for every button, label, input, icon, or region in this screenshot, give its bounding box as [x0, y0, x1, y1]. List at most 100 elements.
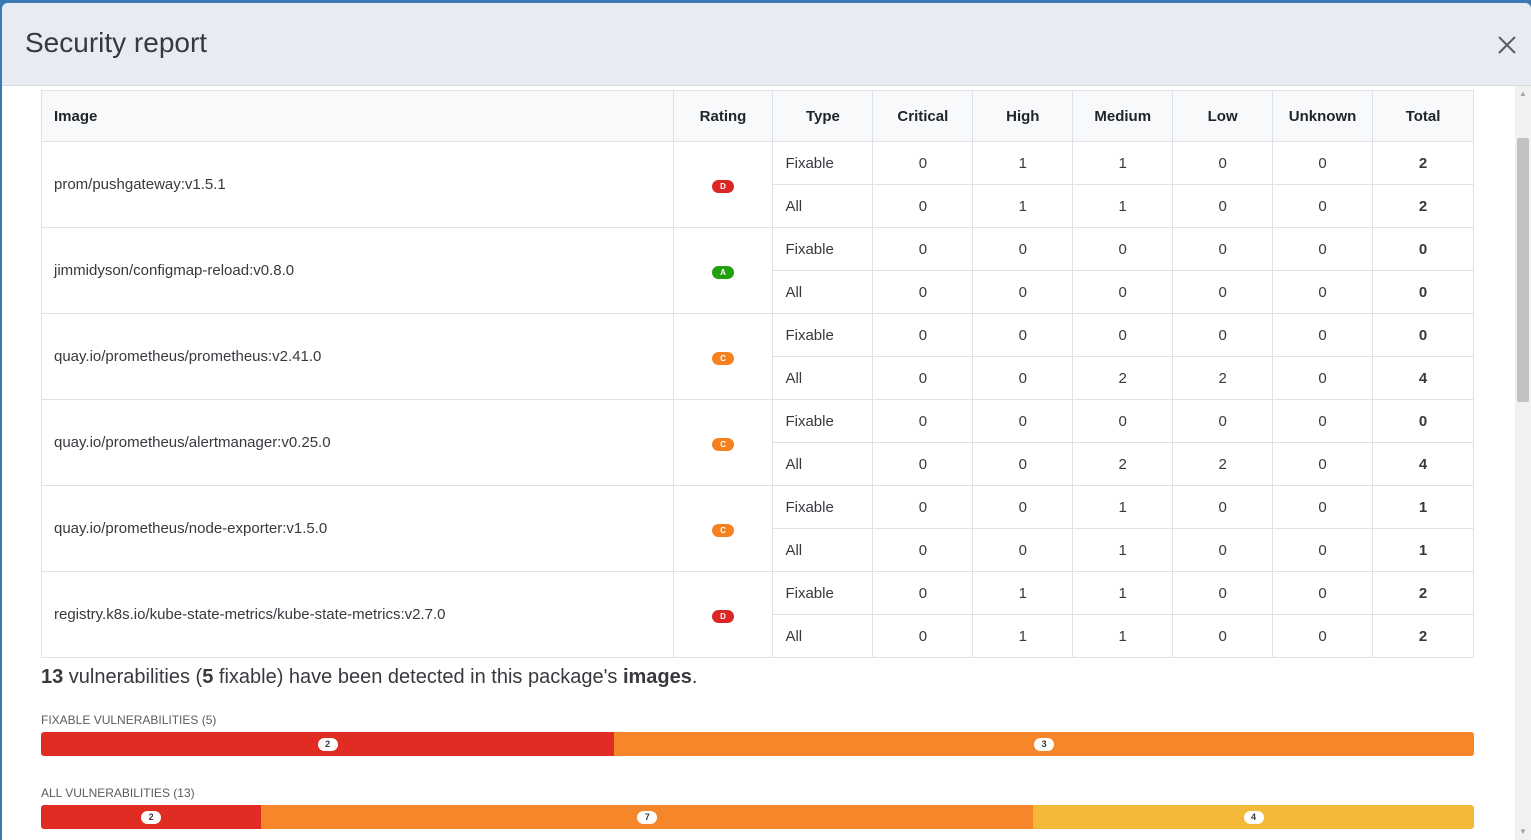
summary-images: images: [622, 666, 692, 688]
table-row: jimmidyson/configmap-reload:v0.8.0 A Fixab…: [41, 227, 1474, 314]
high-cell: 1: [972, 614, 1074, 658]
all-segment: 2: [41, 805, 262, 829]
critical-cell: 0: [872, 442, 974, 486]
medium-cell: 1: [1072, 614, 1174, 658]
total-cell: 0: [1372, 399, 1474, 443]
security-report-table: Image Rating Type Critical High Medium L…: [41, 90, 1474, 658]
all-segment-count: 7: [637, 810, 658, 824]
critical-cell: 0: [872, 313, 974, 357]
unknown-cell: 0: [1272, 614, 1374, 658]
rating-badge: C: [711, 438, 734, 451]
security-report-modal: Security report Image Rating Type Critic…: [2, 3, 1531, 840]
unknown-cell: 0: [1272, 571, 1374, 615]
medium-cell: 0: [1072, 270, 1174, 314]
header-unknown: Unknown: [1272, 90, 1374, 142]
medium-cell: 1: [1072, 485, 1174, 529]
fixable-segment-count: 2: [317, 737, 338, 751]
vulnerability-summary: 13 vulnerabilities (5 fixable) have been…: [41, 666, 697, 689]
header-high: High: [972, 90, 1074, 142]
scroll-up-arrow-icon[interactable]: ▲: [1515, 86, 1531, 102]
all-segment: 7: [261, 805, 1034, 829]
total-cell: 2: [1372, 184, 1474, 228]
rating-badge: D: [711, 180, 734, 193]
type-cell: All: [772, 184, 874, 228]
summary-fixable: 5: [202, 666, 214, 688]
high-cell: 0: [972, 356, 1074, 400]
rating-cell: A: [672, 227, 774, 314]
type-cell: Fixable: [772, 399, 874, 443]
all-vulnerabilities-label: All vulnerabilities (13): [41, 786, 195, 800]
header-low: Low: [1172, 90, 1274, 142]
high-cell: 0: [972, 313, 1074, 357]
critical-cell: 0: [872, 614, 974, 658]
type-cell: All: [772, 614, 874, 658]
low-cell: 0: [1172, 528, 1274, 572]
total-cell: 2: [1372, 614, 1474, 658]
unknown-cell: 0: [1272, 528, 1374, 572]
medium-cell: 0: [1072, 227, 1174, 271]
table-row: quay.io/prometheus/prometheus:v2.41.0 C Fi…: [41, 313, 1474, 400]
total-cell: 2: [1372, 141, 1474, 185]
medium-cell: 1: [1072, 571, 1174, 615]
type-cell: Fixable: [772, 485, 874, 529]
modal-body: Image Rating Type Critical High Medium L…: [2, 86, 1515, 840]
close-icon[interactable]: [1493, 31, 1521, 59]
fixable-vulnerabilities-bar: 23: [41, 732, 1474, 756]
low-cell: 0: [1172, 184, 1274, 228]
image-name-cell: prom/pushgateway:v1.5.1: [41, 141, 674, 228]
vertical-scrollbar[interactable]: ▲ ▼: [1515, 86, 1531, 840]
table-row: prom/pushgateway:v1.5.1 D Fixable 0 1 1 0 0 2: [41, 141, 1474, 228]
total-cell: 1: [1372, 485, 1474, 529]
low-cell: 2: [1172, 356, 1274, 400]
total-cell: 4: [1372, 356, 1474, 400]
unknown-cell: 0: [1272, 184, 1374, 228]
header-type: Type: [772, 90, 874, 142]
type-cell: All: [772, 270, 874, 314]
low-cell: 0: [1172, 227, 1274, 271]
modal-title: Security report: [25, 27, 208, 58]
scroll-down-arrow-icon[interactable]: ▼: [1515, 824, 1531, 840]
header-total: Total: [1372, 90, 1474, 142]
summary-text-2: fixable) have been detected in this pack…: [213, 666, 623, 688]
summary-text-3: .: [691, 666, 698, 688]
low-cell: 2: [1172, 442, 1274, 486]
total-cell: 1: [1372, 528, 1474, 572]
medium-cell: 2: [1072, 442, 1174, 486]
high-cell: 1: [972, 141, 1074, 185]
critical-cell: 0: [872, 227, 974, 271]
unknown-cell: 0: [1272, 485, 1374, 529]
low-cell: 0: [1172, 313, 1274, 357]
high-cell: 0: [972, 485, 1074, 529]
all-segment-count: 2: [141, 810, 162, 824]
rating-badge: C: [711, 524, 734, 537]
unknown-cell: 0: [1272, 227, 1374, 271]
fixable-vulnerabilities-label: Fixable vulnerabilities (5): [41, 713, 217, 727]
summary-total: 13: [41, 666, 64, 688]
summary-text-1: vulnerabilities (: [63, 666, 203, 688]
high-cell: 1: [972, 184, 1074, 228]
header-image: Image: [41, 90, 674, 142]
image-name-cell: quay.io/prometheus/prometheus:v2.41.0: [41, 313, 674, 400]
type-cell: Fixable: [772, 313, 874, 357]
total-cell: 4: [1372, 442, 1474, 486]
unknown-cell: 0: [1272, 399, 1374, 443]
critical-cell: 0: [872, 184, 974, 228]
rating-cell: C: [672, 313, 774, 400]
image-name-cell: registry.k8s.io/kube-state-metrics/kube-…: [41, 571, 674, 658]
image-name-cell: jimmidyson/configmap-reload:v0.8.0: [41, 227, 674, 314]
medium-cell: 0: [1072, 313, 1174, 357]
high-cell: 1: [972, 571, 1074, 615]
table-row: registry.k8s.io/kube-state-metrics/kube-…: [41, 571, 1474, 658]
modal-header: Security report: [2, 3, 1531, 86]
low-cell: 0: [1172, 614, 1274, 658]
rating-cell: C: [672, 485, 774, 572]
scrollbar-thumb[interactable]: [1517, 138, 1529, 402]
close-button[interactable]: [1493, 31, 1521, 59]
type-cell: All: [772, 442, 874, 486]
low-cell: 0: [1172, 270, 1274, 314]
header-critical: Critical: [872, 90, 974, 142]
critical-cell: 0: [872, 270, 974, 314]
critical-cell: 0: [872, 571, 974, 615]
rating-cell: D: [672, 571, 774, 658]
type-cell: Fixable: [772, 141, 874, 185]
